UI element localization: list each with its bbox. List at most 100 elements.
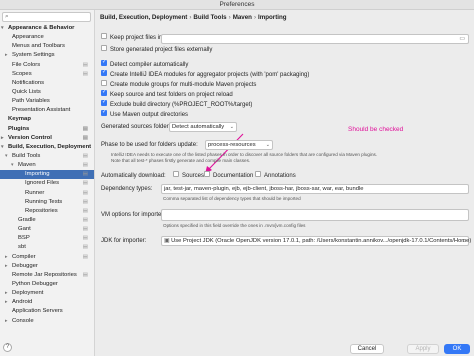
chevron-down-icon[interactable]: ▾: [1, 24, 3, 33]
sidebar-item[interactable]: Runner ▤: [0, 189, 94, 198]
sidebar-item-label: Scopes: [12, 70, 32, 77]
folder-icon[interactable]: ▭: [459, 35, 465, 43]
phase-label: Phase to be used for folders update:: [101, 142, 198, 148]
exclude-build-checkbox[interactable]: [101, 98, 107, 107]
chevron-right-icon[interactable]: ▸: [1, 134, 3, 143]
sidebar-item-label: sbt: [18, 244, 26, 251]
sidebar-item-label: Gradle: [18, 216, 36, 223]
detect-compiler-label: Detect compiler automatically: [110, 62, 189, 68]
create-modules-label: Create IntelliJ IDEA modules for aggrega…: [110, 72, 310, 78]
sidebar-item-label: Plugins: [8, 125, 30, 132]
vm-options-note: Options specified in this field override…: [163, 223, 306, 228]
chevron-right-icon[interactable]: ▸: [5, 289, 7, 298]
sidebar-item[interactable]: ▾ Build Tools ▤: [0, 152, 94, 161]
sidebar-item[interactable]: Scopes ▤: [0, 70, 94, 79]
sidebar-item[interactable]: Gradle ▤: [0, 216, 94, 225]
sidebar-item-label: Runner: [25, 189, 45, 196]
sidebar-item[interactable]: Notifications: [0, 79, 94, 88]
create-modules-checkbox[interactable]: [101, 68, 107, 77]
sidebar-item[interactable]: Appearance: [0, 33, 94, 42]
sidebar-item[interactable]: File Colors ▤: [0, 61, 94, 70]
dependency-types-field[interactable]: jar, test-jar, maven-plugin, ejb, ejb-cl…: [161, 184, 469, 194]
store-generated-checkbox[interactable]: [101, 45, 107, 52]
use-output-label: Use Maven output directories: [110, 112, 189, 118]
chevron-down-icon[interactable]: ▾: [1, 143, 3, 152]
chevron-right-icon[interactable]: ▸: [5, 298, 7, 307]
download-annotations-checkbox[interactable]: [255, 171, 261, 178]
chevron-right-icon[interactable]: ▸: [5, 262, 7, 271]
sidebar-item[interactable]: ▾ Build, Execution, Deployment: [0, 143, 94, 152]
generated-sources-value: Detect automatically: [172, 124, 225, 130]
keep-project-files-checkbox[interactable]: [101, 33, 107, 40]
help-icon[interactable]: ?: [3, 343, 12, 352]
sidebar-item[interactable]: ▾ Maven ▤: [0, 161, 94, 170]
sidebar-item[interactable]: ▾ Appearance & Behavior: [0, 24, 94, 33]
sidebar-item-label: Repositories: [25, 207, 58, 214]
project-settings-icon: ▤: [82, 180, 88, 187]
use-output-row: Use Maven output directories: [101, 108, 189, 120]
chevron-down-icon[interactable]: ▾: [11, 161, 13, 170]
sidebar-item-label: Ignored Files: [25, 180, 60, 187]
settings-search-input[interactable]: ⌕: [2, 12, 91, 22]
sidebar-item[interactable]: Quick Lists: [0, 88, 94, 97]
sidebar-item[interactable]: Ignored Files ▤: [0, 179, 94, 188]
breadcrumb-item: Maven: [232, 14, 252, 21]
keep-source-checkbox[interactable]: [101, 88, 107, 97]
sidebar-item[interactable]: Application Servers: [0, 307, 94, 316]
sidebar-item[interactable]: Path Variables: [0, 97, 94, 106]
sidebar-item[interactable]: Python Debugger: [0, 280, 94, 289]
sidebar-item-label: Deployment: [12, 290, 44, 297]
ok-button[interactable]: OK: [444, 344, 470, 354]
download-sources-checkbox[interactable]: [173, 171, 179, 178]
sidebar-item[interactable]: Importing ▤: [0, 170, 94, 180]
vm-options-label: VM options for importer:: [101, 212, 166, 218]
sidebar-item[interactable]: Menus and Toolbars: [0, 42, 94, 51]
jdk-value: Use Project JDK (Oracle OpenJDK version …: [171, 238, 472, 244]
sidebar-item[interactable]: ▸ Deployment: [0, 289, 94, 298]
sidebar-item[interactable]: ▸ Version Control ▤: [0, 134, 94, 143]
project-settings-icon: ▤: [82, 125, 88, 132]
sidebar-item[interactable]: Keymap: [0, 115, 94, 124]
project-settings-icon: ▤: [82, 235, 88, 242]
sidebar-item[interactable]: Remote Jar Repositories ▤: [0, 271, 94, 280]
title-bar: Preferences: [0, 0, 474, 10]
sidebar-item[interactable]: Repositories ▤: [0, 207, 94, 216]
chevron-right-icon[interactable]: ▸: [5, 51, 7, 60]
sidebar-item[interactable]: Presentation Assistant: [0, 106, 94, 115]
phase-select[interactable]: process-resources ⌄: [205, 140, 273, 150]
download-documentation-checkbox[interactable]: [204, 171, 210, 178]
sidebar-item[interactable]: Plugins ▤: [0, 125, 94, 134]
exclude-build-label: Exclude build directory (%PROJECT_ROOT%/…: [110, 102, 253, 108]
cancel-button[interactable]: Cancel: [350, 344, 384, 354]
use-output-checkbox[interactable]: [101, 108, 107, 117]
sidebar-item[interactable]: sbt ▤: [0, 243, 94, 252]
annotation-text: Should be checked: [348, 126, 404, 133]
project-settings-icon: ▤: [82, 226, 88, 233]
sidebar-item-label: Appearance & Behavior: [8, 25, 75, 31]
chevron-right-icon[interactable]: ▸: [5, 317, 7, 326]
jdk-select[interactable]: ▣ Use Project JDK (Oracle OpenJDK versio…: [161, 236, 472, 246]
sidebar-item-label: Debugger: [12, 262, 38, 269]
sidebar-item[interactable]: ▸ Android: [0, 298, 94, 307]
download-documentation-row: Documentation: [204, 171, 253, 181]
chevron-down-icon[interactable]: ▾: [5, 152, 7, 161]
sidebar-item[interactable]: ▸ Debugger: [0, 262, 94, 271]
download-sources-label: Sources: [182, 173, 205, 179]
project-settings-icon: ▤: [82, 216, 88, 223]
sidebar-item[interactable]: BSP ▤: [0, 234, 94, 243]
create-groups-checkbox[interactable]: [101, 80, 107, 87]
sidebar-item-label: Appearance: [12, 34, 44, 41]
dialog-footer: Cancel Apply OK: [95, 343, 474, 356]
sidebar-item[interactable]: Running Tests ▤: [0, 198, 94, 207]
sidebar-item[interactable]: ▸ Compiler ▤: [0, 253, 94, 262]
sidebar-item[interactable]: ▸ System Settings: [0, 51, 94, 60]
project-files-path-field[interactable]: ▭: [161, 34, 469, 44]
sidebar-item[interactable]: ▸ Console: [0, 317, 94, 326]
detect-compiler-checkbox[interactable]: [101, 58, 107, 67]
chevron-right-icon[interactable]: ▸: [5, 253, 7, 262]
sidebar-item[interactable]: Gant ▤: [0, 225, 94, 234]
vm-options-field[interactable]: [161, 209, 469, 221]
keep-source-label: Keep source and test folders on project …: [110, 92, 233, 98]
generated-sources-select[interactable]: Detect automatically ⌄: [169, 122, 237, 132]
apply-button[interactable]: Apply: [407, 344, 439, 354]
